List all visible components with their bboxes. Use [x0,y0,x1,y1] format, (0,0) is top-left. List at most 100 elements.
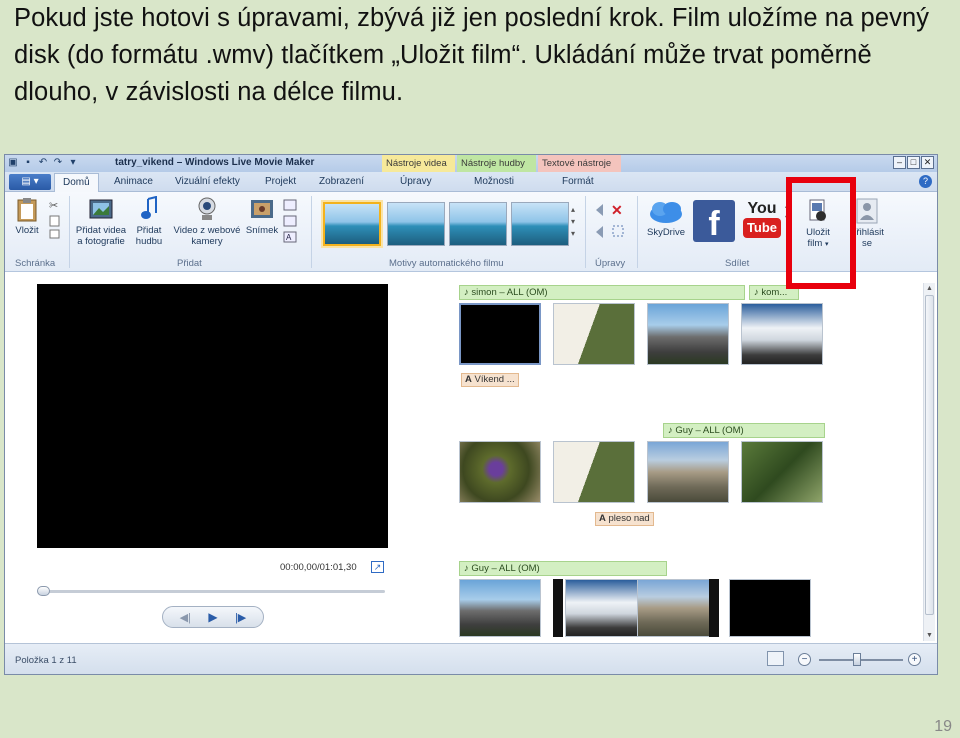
add-videos-photos-button[interactable]: Přidat videa a fotografie [73,196,129,247]
storyboard-scrollbar[interactable]: ▲ ▼ [923,283,935,641]
paste-button[interactable]: Vložit [9,196,45,236]
caption-2[interactable]: A pleso nad [595,512,654,526]
clip-3[interactable] [647,303,729,365]
fullscreen-icon[interactable]: ↗ [371,561,384,573]
seek-bar[interactable] [37,586,385,596]
automovie-theme-3[interactable] [449,202,507,246]
svg-text:A: A [286,233,292,242]
automovie-theme-1[interactable] [323,202,381,246]
separator [311,196,312,268]
clip-10[interactable] [565,579,647,637]
context-tab-text-tools: Textové nástroje [538,155,621,172]
rotate-delete-icons[interactable]: ✕ [593,200,633,240]
group-label-editing: Úpravy [595,258,626,269]
automovie-theme-2[interactable] [387,202,445,246]
zoom-handle[interactable] [853,653,861,666]
window-title: tatry_vikend – Windows Live Movie Maker [115,157,315,168]
clip-2[interactable] [553,303,635,365]
customize-icon[interactable]: ▾ [67,157,79,169]
text-caption-icons[interactable]: A [283,198,297,244]
app-menu-icon[interactable]: ▣ [7,157,19,169]
storyboard: ♪ simon – ALL (OM) ♪ kom... A Víkend ...… [447,273,925,643]
zoom-slider[interactable] [819,653,903,666]
tab-options[interactable]: Možnosti [474,176,514,187]
caption-1[interactable]: A Víkend ... [461,373,519,387]
previous-frame-icon[interactable]: ◀| [180,611,191,624]
cut-copy-icons[interactable]: ✂ [49,198,61,240]
tab-visual-effects[interactable]: Vizuální efekty [175,176,240,187]
tab-project[interactable]: Projekt [265,176,296,187]
snapshot-button[interactable]: Snímek [245,196,279,236]
clip-11[interactable] [637,579,719,637]
help-icon[interactable]: ? [919,175,932,188]
quick-access-toolbar: ▣ ▪ ↶ ↷ ▾ [7,157,79,169]
skydrive-button[interactable]: SkyDrive [643,200,689,238]
music-track-3[interactable]: ♪ Guy – ALL (OM) [459,561,667,576]
preview-pane: 00:00,00/01:01,30 ↗ ◀| ▶ |▶ [5,273,445,643]
instruction-text: Pokud jste hotovi s úpravami, zbývá již … [14,4,930,106]
thumbnail-size-icon[interactable] [767,651,784,666]
clip-5[interactable] [459,441,541,503]
scroll-up-icon[interactable]: ▲ [926,285,933,292]
svg-text:✂: ✂ [49,200,58,212]
gallery-scroll-icon[interactable]: ▴ ▾ ▾ [571,204,575,240]
youtube-icon[interactable]: You Tube [743,200,781,242]
save-icon[interactable]: ▪ [22,157,34,169]
separator [637,196,638,268]
clip-12[interactable] [729,579,811,637]
film-strip-icon [553,579,563,637]
tab-animations[interactable]: Animace [114,176,153,187]
clip-1[interactable] [459,303,541,365]
add-music-button[interactable]: Přidat hudbu [131,196,167,247]
automovie-theme-4[interactable] [511,202,569,246]
film-photo-icon [89,199,113,219]
tab-format[interactable]: Formát [562,176,594,187]
skydrive-cloud-icon [650,202,682,223]
clip-9[interactable] [459,579,541,637]
movie-maker-window: ▣ ▪ ↶ ↷ ▾ tatry_vikend – Windows Live Mo… [4,154,938,675]
music-track-2[interactable]: ♪ Guy – ALL (OM) [663,423,825,438]
user-icon [856,198,878,224]
next-frame-icon[interactable]: |▶ [235,611,246,624]
webcam-video-button[interactable]: Video z webové kamery [171,196,243,247]
zoom-in-icon[interactable]: + [908,653,921,666]
separator [69,196,70,268]
tab-edit[interactable]: Úpravy [400,176,432,187]
context-tab-music-tools: Nástroje hudby [457,155,536,172]
zoom-out-icon[interactable]: − [798,653,811,666]
scrollbar-thumb[interactable] [925,295,934,615]
save-movie-highlight [786,177,856,289]
file-menu-button[interactable]: ▤ ▾ [9,174,51,190]
playback-controls: ◀| ▶ |▶ [162,606,264,628]
tab-home[interactable]: Domů [54,173,99,193]
title-bar: ▣ ▪ ↶ ↷ ▾ tatry_vikend – Windows Live Mo… [5,155,937,172]
context-tab-video-tools: Nástroje videa [382,155,455,172]
group-label-automovie: Motivy automatického filmu [389,258,504,269]
timecode: 00:00,00/01:01,30 [280,562,357,573]
film-strip-icon [709,579,719,637]
play-icon[interactable]: ▶ [208,610,217,624]
page-number: 19 [934,718,952,735]
close-button[interactable]: ✕ [921,156,934,169]
undo-icon[interactable]: ↶ [37,157,49,169]
svg-text:✕: ✕ [611,202,623,218]
clip-8[interactable] [741,441,823,503]
item-counter: Položka 1 z 11 [15,655,77,666]
webcam-icon [198,197,216,220]
minimize-button[interactable]: – [893,156,906,169]
video-preview[interactable] [37,284,388,548]
maximize-button[interactable]: □ [907,156,920,169]
scroll-down-icon[interactable]: ▼ [926,632,933,639]
tab-view[interactable]: Zobrazení [319,176,364,187]
seek-handle[interactable] [37,586,50,596]
redo-icon[interactable]: ↷ [52,157,64,169]
clip-6[interactable] [553,441,635,503]
separator [585,196,586,268]
facebook-icon[interactable]: f [693,200,735,243]
music-track-1[interactable]: ♪ simon – ALL (OM) [459,285,745,300]
clip-7[interactable] [647,441,729,503]
window-controls: – □ ✕ [893,156,934,169]
clip-4[interactable] [741,303,823,365]
snapshot-icon [251,200,273,218]
music-note-icon [141,196,157,219]
